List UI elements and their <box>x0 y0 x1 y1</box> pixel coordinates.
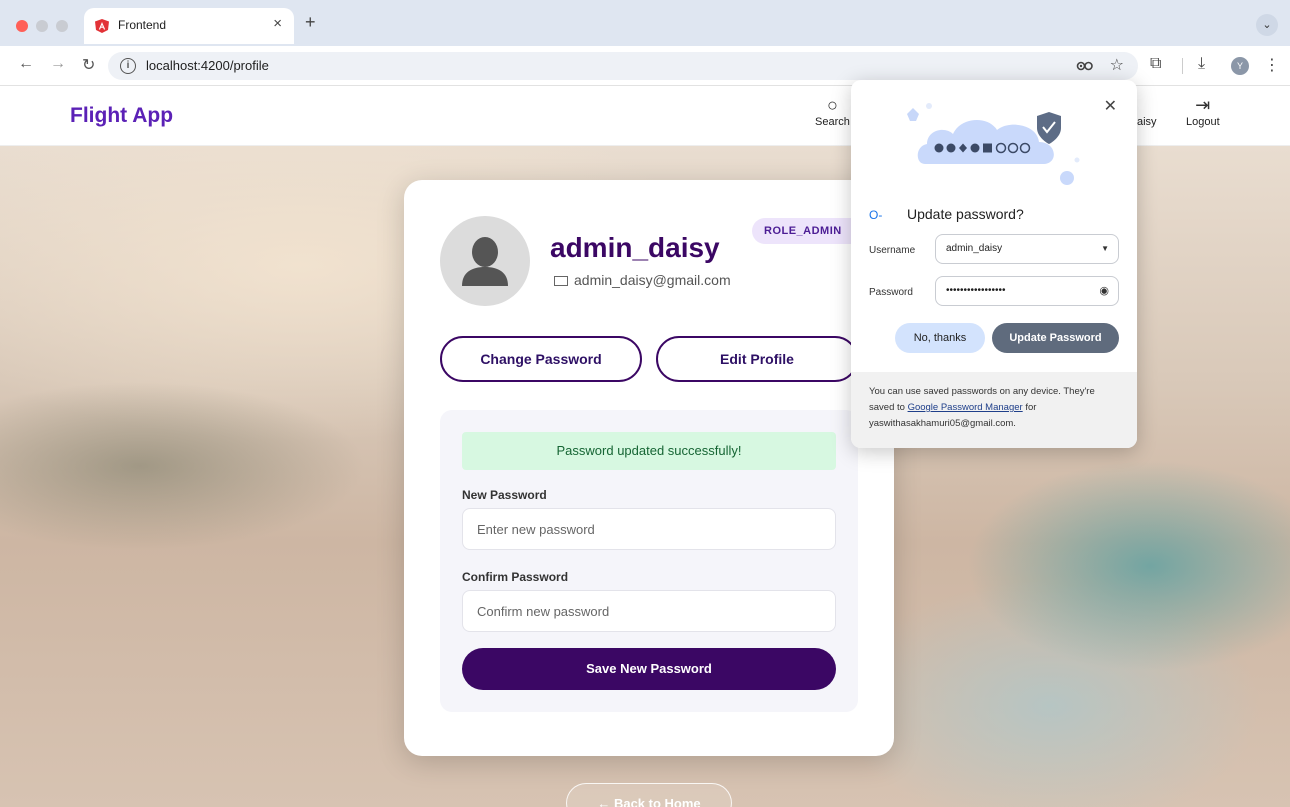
forward-arrow-icon[interactable]: → <box>50 55 66 73</box>
nav-user[interactable]: aisy <box>1137 116 1157 128</box>
popup-password-label: Password <box>869 287 913 298</box>
no-thanks-button[interactable]: No, thanks <box>895 323 985 353</box>
popup-username-label: Username <box>869 245 916 256</box>
tab-close-icon[interactable]: × <box>273 15 282 32</box>
dropdown-caret-icon: ▼ <box>1101 244 1109 253</box>
window-minimize-control[interactable] <box>36 20 48 32</box>
edit-profile-button[interactable]: Edit Profile <box>656 336 858 382</box>
show-password-eye-icon[interactable]: ◉ <box>1099 277 1109 305</box>
logout-icon: ⇥ <box>1195 95 1211 115</box>
success-alert: Password updated successfully! <box>462 432 836 470</box>
password-key-icon[interactable] <box>1076 58 1094 74</box>
angular-favicon-icon <box>95 19 109 33</box>
confirm-password-label: Confirm Password <box>462 570 569 584</box>
url-omnibox[interactable]: i localhost:4200/profile ☆ <box>108 52 1138 80</box>
google-key-icon: O‑ <box>869 208 883 222</box>
new-password-label: New Password <box>462 488 547 502</box>
profile-email: admin_daisy@gmail.com <box>574 272 731 288</box>
profile-card: admin_daisy admin_daisy@gmail.com ROLE_A… <box>404 180 894 756</box>
popup-password-field[interactable]: ••••••••••••••••• ◉ <box>935 276 1119 306</box>
tab-title: Frontend <box>118 18 167 32</box>
change-password-button[interactable]: Change Password <box>440 336 642 382</box>
url-text[interactable]: localhost:4200/profile <box>146 58 269 73</box>
back-arrow-icon[interactable]: ← <box>18 55 34 73</box>
user-avatar <box>440 216 530 306</box>
save-new-password-button[interactable]: Save New Password <box>462 648 836 690</box>
new-tab-button[interactable]: + <box>305 12 316 33</box>
window-zoom-control[interactable] <box>56 20 68 32</box>
window-close-control[interactable] <box>16 20 28 32</box>
reload-icon[interactable]: ↻ <box>82 55 95 75</box>
popup-password-value: ••••••••••••••••• <box>946 285 1006 296</box>
browser-tab[interactable]: Frontend × <box>84 8 294 44</box>
popup-footer: You can use saved passwords on any devic… <box>851 372 1137 448</box>
nav-user-label: aisy <box>1137 116 1157 128</box>
profile-avatar-icon[interactable]: Y <box>1231 57 1249 75</box>
popup-close-icon[interactable]: ✕ <box>1104 96 1117 116</box>
back-to-home-button[interactable]: ← Back to Home <box>566 783 732 807</box>
brand-logo[interactable]: Flight App <box>70 104 173 128</box>
nav-search[interactable]: ○ Search <box>815 94 850 128</box>
popup-username-select[interactable]: admin_daisy ▼ <box>935 234 1119 264</box>
extensions-puzzle-icon[interactable]: ⧉ <box>1150 55 1161 73</box>
browser-menu-icon[interactable]: ⋮ <box>1264 55 1280 75</box>
search-icon: ○ <box>826 95 838 115</box>
update-password-popup: ✕ O‑ Update password? Username admin_dai… <box>851 80 1137 448</box>
profile-email-row: admin_daisy@gmail.com <box>554 272 731 288</box>
bookmark-star-icon[interactable]: ☆ <box>1110 55 1124 75</box>
password-manager-link[interactable]: Google Password Manager <box>908 402 1023 413</box>
update-password-button[interactable]: Update Password <box>992 323 1119 353</box>
popup-title: Update password? <box>907 206 1024 222</box>
site-info-icon[interactable]: i <box>120 58 136 74</box>
nav-search-label: Search <box>815 116 850 128</box>
new-password-input[interactable]: Enter new password <box>462 508 836 550</box>
profile-username: admin_daisy <box>550 232 720 263</box>
confirm-password-input[interactable]: Confirm new password <box>462 590 836 632</box>
user-silhouette-icon <box>462 237 508 286</box>
downloads-icon[interactable]: ⤓ <box>1198 55 1205 73</box>
nav-logout[interactable]: ⇥ Logout <box>1186 94 1220 128</box>
popup-username-value: admin_daisy <box>946 243 1003 254</box>
browser-tab-bar: Frontend × + ⌄ <box>0 0 1290 46</box>
mail-icon <box>554 276 568 286</box>
change-password-panel: Password updated successfully! New Passw… <box>440 410 858 712</box>
nav-logout-label: Logout <box>1186 116 1220 128</box>
password-illustration-icon <box>907 103 1080 185</box>
role-badge: ROLE_ADMIN <box>752 218 864 244</box>
toolbar-separator <box>1182 58 1183 74</box>
tab-search-chevron-icon[interactable]: ⌄ <box>1256 14 1278 36</box>
